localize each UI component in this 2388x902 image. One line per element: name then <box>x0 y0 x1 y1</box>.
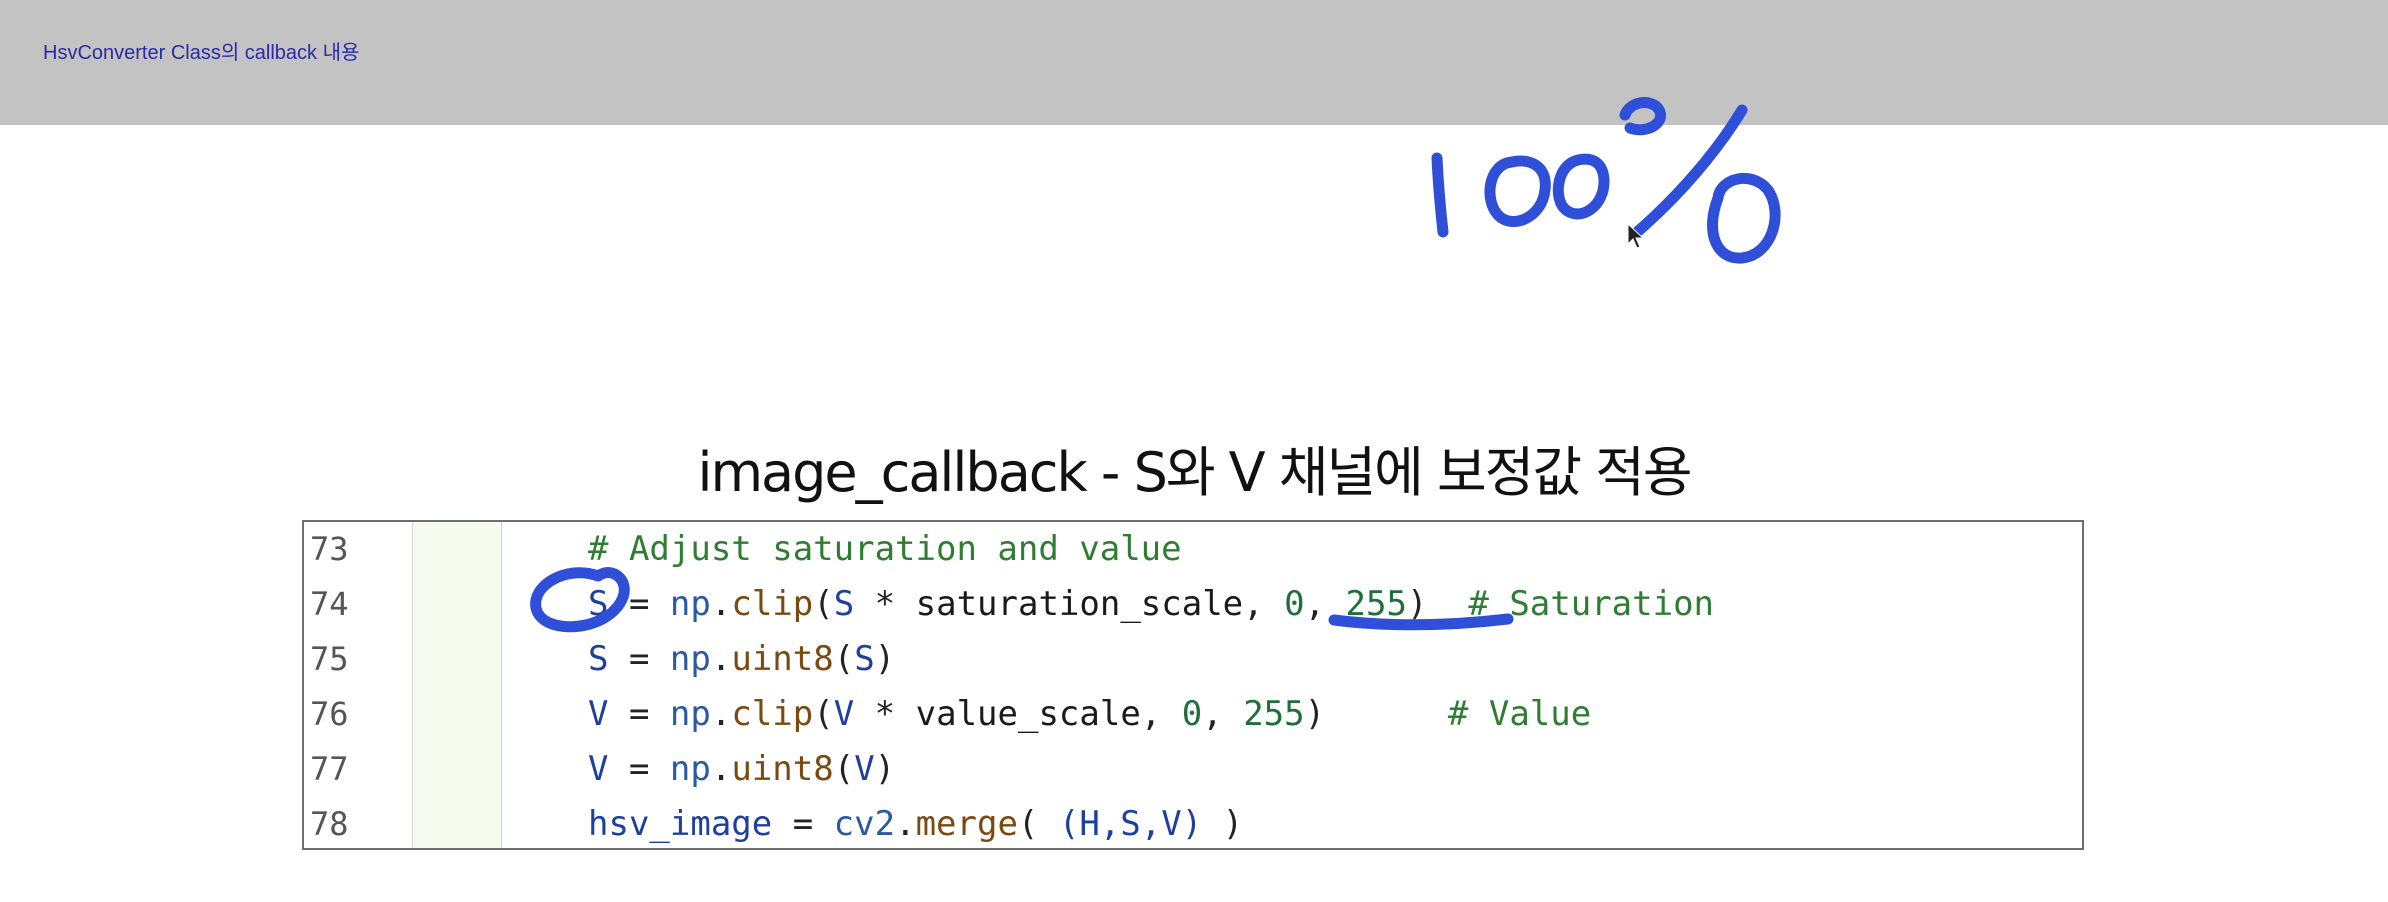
code-token: ) <box>1304 694 1448 734</box>
code-token: # Value <box>1447 694 1592 734</box>
code-token: 255 <box>1345 584 1407 624</box>
code-line: 77 V = np.uint8(V) <box>304 742 2082 797</box>
code-token: = <box>608 639 670 679</box>
code-token: cv2 <box>833 804 896 844</box>
line-number: 74 <box>310 585 349 623</box>
code-token: V <box>588 749 609 789</box>
code-token: * <box>854 584 916 624</box>
code-token: np <box>669 694 711 734</box>
line-number: 77 <box>310 750 349 788</box>
code-token: V <box>833 694 855 734</box>
code-text: V = np.uint8(V) <box>588 742 895 797</box>
code-token: ) <box>1406 584 1469 624</box>
code-token: uint8 <box>731 749 834 789</box>
code-token: , <box>1304 584 1346 624</box>
code-token: ) <box>874 749 896 789</box>
line-number: 78 <box>310 805 349 843</box>
line-number: 73 <box>310 530 349 568</box>
code-token: ( <box>833 749 855 789</box>
code-token: (H,S,V) <box>1058 804 1203 844</box>
code-line: 78 hsv_image = cv2.merge( (H,S,V) ) <box>304 797 2082 848</box>
ink-digit-1 <box>1431 152 1449 238</box>
code-token: 0 <box>1181 694 1203 734</box>
code-token: S <box>854 639 875 679</box>
code-text: V = np.clip(V * value_scale, 0, 255) # V… <box>588 687 1591 742</box>
code-line: 74 S = np.clip(S * saturation_scale, 0, 2… <box>304 577 2082 632</box>
code-token: np <box>669 584 711 624</box>
code-token: ( <box>813 694 834 734</box>
code-token: . <box>710 749 732 789</box>
code-text: # Adjust saturation and value <box>588 522 1182 577</box>
code-token: np <box>669 749 711 789</box>
code-token: np <box>669 639 711 679</box>
code-token: # Saturation <box>1468 584 1715 624</box>
code-token: = <box>772 804 834 844</box>
code-token: 0 <box>1284 584 1305 624</box>
code-text: S = np.uint8(S) <box>588 632 895 687</box>
header-title: HsvConverter Class의 callback 내용 <box>43 42 360 64</box>
code-token: 255 <box>1243 694 1305 734</box>
slide-header-bar: HsvConverter Class의 callback 내용 <box>0 0 2388 125</box>
line-number: 75 <box>310 640 349 678</box>
code-token: S <box>588 584 609 624</box>
code-block: 73 # Adjust saturation and value 74 S = np.… <box>302 520 2084 850</box>
code-token: value_scale <box>915 694 1141 734</box>
code-token: . <box>895 804 916 844</box>
code-token: * <box>854 694 916 734</box>
line-number: 76 <box>310 695 349 733</box>
code-token: ) <box>874 639 896 679</box>
code-token: . <box>710 639 732 679</box>
code-token: saturation_scale <box>915 584 1244 624</box>
code-token: merge <box>915 804 1018 844</box>
ink-percent-slash <box>1630 104 1748 239</box>
code-token: ( <box>1017 804 1059 844</box>
code-token: . <box>710 694 732 734</box>
code-text: S = np.clip(S * saturation_scale, 0, 255… <box>588 577 1714 632</box>
code-token: S <box>588 639 609 679</box>
code-token: hsv_image <box>588 804 773 844</box>
code-token: V <box>854 749 875 789</box>
code-token: clip <box>731 584 814 624</box>
mouse-cursor-icon <box>1627 222 1645 249</box>
ink-digit-0-second <box>1552 153 1610 220</box>
code-token: clip <box>731 694 814 734</box>
ink-digit-0-first <box>1484 155 1551 227</box>
code-text: hsv_image = cv2.merge( (H,S,V) ) <box>588 797 1244 848</box>
code-token: # Adjust saturation and value <box>588 529 1182 569</box>
code-token: = <box>608 584 670 624</box>
code-line: 76 V = np.clip(V * value_scale, 0, 255) #… <box>304 687 2082 742</box>
code-token: uint8 <box>731 639 834 679</box>
code-line: 75 S = np.uint8(S) <box>304 632 2082 687</box>
code-token: ) <box>1202 804 1244 844</box>
code-token: . <box>710 584 732 624</box>
code-token: , <box>1202 694 1244 734</box>
code-token: , <box>1243 584 1285 624</box>
code-token: = <box>608 749 670 789</box>
ink-percent-bottom-circle <box>1707 173 1781 264</box>
slide-title: image_callback - S와 V 채널에 보정값 적용 <box>697 441 1692 504</box>
code-token: S <box>833 584 855 624</box>
code-line: 73 # Adjust saturation and value <box>304 522 2082 577</box>
code-token: ( <box>833 639 855 679</box>
code-token: = <box>608 694 670 734</box>
code-token: ( <box>813 584 834 624</box>
code-token: V <box>588 694 609 734</box>
code-token: , <box>1140 694 1182 734</box>
